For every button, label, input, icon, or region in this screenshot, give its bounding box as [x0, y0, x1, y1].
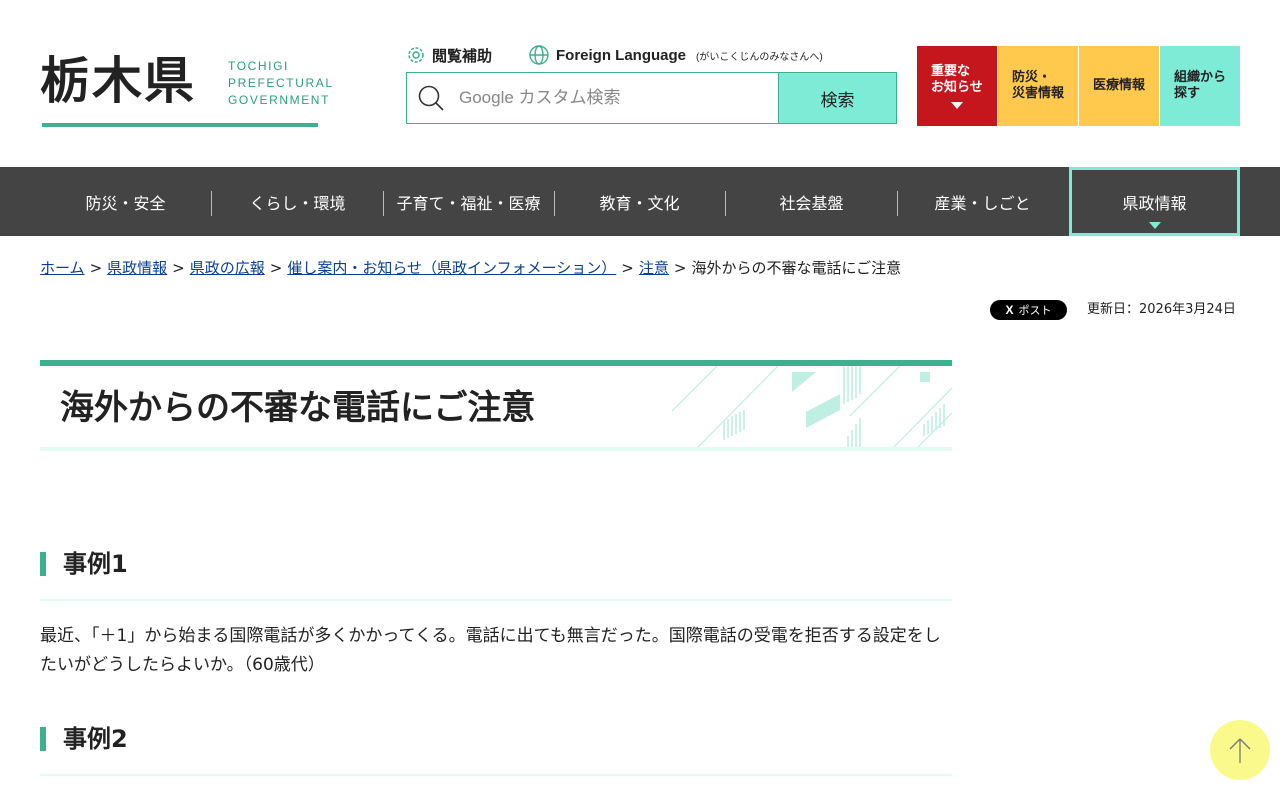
breadcrumb-separator: > [621, 259, 634, 277]
nav-item-label: 県政情報 [1122, 193, 1187, 213]
important-notice-label: 重要な お知らせ [931, 63, 983, 95]
site-logo[interactable]: 栃木県 TOCHIGI PREFECTURAL GOVERNMENT [40, 51, 332, 128]
site-header: 栃木県 TOCHIGI PREFECTURAL GOVERNMENT 閲覧補助 … [0, 0, 1280, 167]
nav-item-living-environment[interactable]: くらし・環境 [212, 167, 383, 236]
page-top-button[interactable] [1210, 720, 1270, 780]
globe-icon [529, 45, 549, 65]
logo-subtitle: TOCHIGI PREFECTURAL GOVERNMENT [228, 58, 334, 109]
nav-item-industry-work[interactable]: 産業・しごと [897, 167, 1068, 236]
find-by-organization-label: 組織から 探す [1174, 70, 1227, 101]
section-heading-text: 事例2 [63, 725, 128, 753]
section-heading-case1: 事例1 [40, 550, 952, 602]
medical-info-button[interactable]: 医療情報 [1079, 46, 1159, 126]
medical-info-label: 医療情報 [1093, 78, 1146, 93]
breadcrumb: ホーム > 県政情報 > 県政の広報 > 催し案内・お知らせ（県政インフォメーション） > 注意… [40, 257, 1240, 279]
important-notice-button[interactable]: 重要な お知らせ [917, 46, 997, 126]
logo-sub-line: PREFECTURAL [228, 76, 334, 90]
caret-down-icon [951, 101, 963, 109]
breadcrumb-link-caution[interactable]: 注意 [639, 259, 669, 277]
x-logo-icon: X [1005, 303, 1014, 317]
section-heading-case2: 事例2 [40, 725, 952, 777]
breadcrumb-separator: > [269, 259, 283, 277]
global-nav: 防災・安全 くらし・環境 子育て・福祉・医療 教育・文化 社会基盤 産業・しごと… [0, 167, 1280, 236]
logo-underline [42, 123, 318, 127]
foreign-language-link[interactable]: Foreign Language (がいこくじんのみなさんへ) [528, 44, 823, 66]
nav-item-infrastructure[interactable]: 社会基盤 [726, 167, 897, 236]
heading-accent-bar [40, 727, 46, 751]
breadcrumb-separator: > [172, 259, 185, 277]
nav-item-childcare-welfare-medical[interactable]: 子育て・福祉・医療 [383, 167, 554, 236]
breadcrumb-link-prefectural-admin[interactable]: 県政情報 [107, 259, 167, 277]
x-post-label: ポスト [1018, 305, 1052, 317]
disaster-info-label: 防災・ 災害情報 [1012, 70, 1065, 101]
accessibility-label: 閲覧補助 [432, 47, 493, 65]
accessibility-gear-icon [408, 47, 424, 63]
breadcrumb-separator: > [89, 259, 103, 277]
search-box [406, 72, 778, 124]
search-icon [418, 85, 444, 111]
breadcrumb-link-events-notices[interactable]: 催し案内・お知らせ（県政インフォメーション） [287, 259, 616, 277]
updated-date: 更新日：2026年3月24日 [1087, 302, 1236, 317]
foreign-language-label: Foreign Language [556, 46, 687, 64]
x-post-button[interactable]: X ポスト [990, 300, 1067, 320]
nav-item-disaster-safety[interactable]: 防災・安全 [40, 167, 211, 236]
nav-item-education-culture[interactable]: 教育・文化 [554, 167, 725, 236]
heading-accent-bar [40, 552, 46, 576]
active-indicator-icon [1148, 222, 1161, 229]
find-by-organization-button[interactable]: 組織から 探す [1160, 46, 1240, 126]
breadcrumb-link-pr[interactable]: 県政の広報 [190, 259, 265, 277]
page-title: 海外からの不審な電話にご注意 [60, 388, 536, 428]
accessibility-link[interactable]: 閲覧補助 [406, 44, 492, 66]
search-input[interactable] [459, 78, 769, 118]
site-search: 検索 [406, 72, 897, 124]
arrow-up-icon [1229, 738, 1251, 763]
breadcrumb-separator: > [673, 259, 687, 277]
heading-underline [40, 774, 952, 776]
heading-underline [40, 599, 952, 601]
breadcrumb-link-home[interactable]: ホーム [40, 259, 85, 277]
page-title-block: 海外からの不審な電話にご注意 [40, 360, 952, 451]
nav-item-prefectural-admin[interactable]: 県政情報 [1069, 167, 1240, 236]
logo-wordmark: 栃木県 [40, 51, 196, 110]
title-bottom-border [40, 447, 952, 451]
section-heading-text: 事例1 [63, 550, 128, 578]
foreign-language-sublabel: (がいこくじんのみなさんへ) [696, 51, 823, 63]
disaster-info-button[interactable]: 防災・ 災害情報 [998, 46, 1078, 126]
breadcrumb-current: 海外からの不審な電話にご注意 [691, 259, 902, 277]
logo-sub-line: TOCHIGI [228, 59, 289, 73]
title-decoration [672, 366, 952, 447]
logo-sub-line: GOVERNMENT [228, 93, 331, 107]
search-button[interactable]: 検索 [778, 72, 897, 124]
case1-body-text: 最近、「＋1」から始まる国際電話が多くかかってくる。電話に出ても無言だった。国際… [40, 626, 941, 675]
